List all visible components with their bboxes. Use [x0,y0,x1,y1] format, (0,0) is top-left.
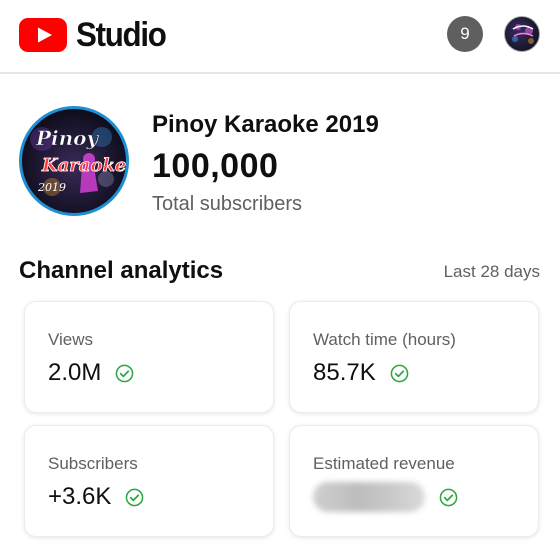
metric-value-row: +3.6K [48,482,144,512]
metric-card-views[interactable]: Views 2.0M [24,301,274,413]
youtube-studio-logo[interactable]: Studio [19,18,173,52]
metric-label: Watch time (hours) [313,330,456,349]
metric-card-subscribers[interactable]: Subscribers +3.6K [24,425,274,537]
studio-dashboard: Studio 9 Pinoy Karaoke 2019 Pinoy Karaok… [0,0,560,560]
metric-value-row: 85.7K [313,358,409,388]
notification-count: 9 [460,24,470,43]
metric-label: Views [48,330,94,349]
metric-value-row: 2.0M [48,358,134,388]
brand-text: Studio [76,16,167,54]
metric-label: Subscribers [48,454,138,473]
metric-value-row [313,482,458,512]
avatar-text-line3: 2019 [37,181,66,194]
notification-badge[interactable]: 9 [447,16,483,52]
avatar-text-line1: Pinoy [35,126,100,150]
metric-value: +3.6K [48,483,112,510]
avatar-image-icon [512,24,534,44]
check-circle-icon [126,488,144,506]
metric-value: 85.7K [313,359,376,386]
top-app-bar: Studio 9 [0,0,560,74]
check-circle-icon [116,364,134,382]
redacted-revenue-value [313,482,425,512]
check-circle-icon [390,364,409,382]
channel-logo-image: Pinoy Karaoke 2019 [30,126,126,196]
check-circle-icon [439,488,458,506]
youtube-play-icon [19,18,67,52]
metric-label: Estimated revenue [313,454,455,473]
metric-value: 2.0M [48,359,102,386]
channel-avatar[interactable]: Pinoy Karaoke 2019 [19,106,129,216]
metric-card-estimated-revenue[interactable]: Estimated revenue [289,425,539,537]
metric-card-watch-time[interactable]: Watch time (hours) 85.7K [289,301,539,413]
channel-name: Pinoy Karaoke 2019 [152,111,379,138]
total-subscribers-label: Total subscribers [152,193,303,215]
avatar-text-line2: Karaoke [41,155,126,176]
total-subscriber-count: 100,000 [152,147,279,185]
channel-analytics-title: Channel analytics [19,257,224,284]
account-avatar[interactable] [504,16,540,52]
analytics-period: Last 28 days [443,262,540,281]
